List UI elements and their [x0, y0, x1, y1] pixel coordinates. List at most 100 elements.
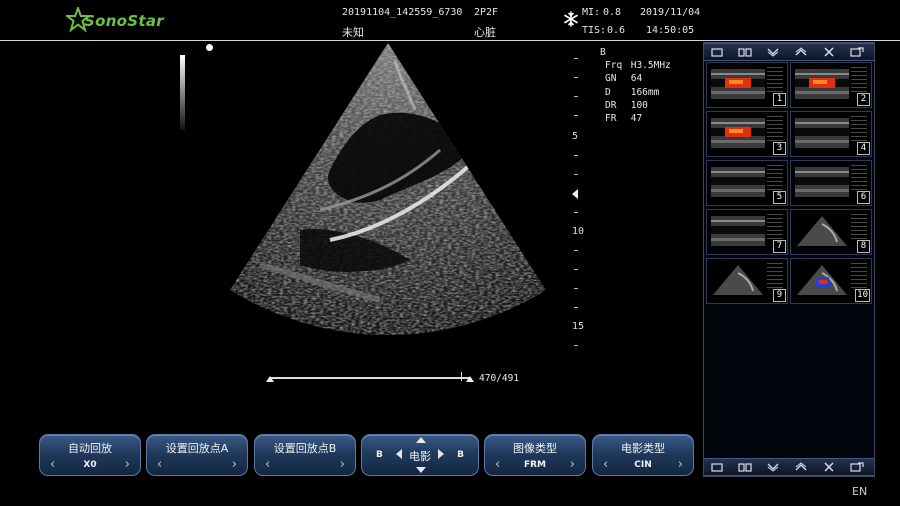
- thumbnail-image: [713, 265, 763, 295]
- thumbnail-8[interactable]: 8: [790, 209, 872, 255]
- depth-tick: [574, 58, 578, 59]
- scroll-up-icon[interactable]: [790, 461, 812, 473]
- scroll-down-icon[interactable]: [762, 461, 784, 473]
- thumbnail-toolbar-top: [704, 43, 874, 61]
- chevron-right-icon[interactable]: ›: [125, 457, 130, 472]
- cine-next-arrow-icon[interactable]: [438, 449, 444, 459]
- param-row: GN 64: [605, 73, 643, 85]
- chevron-right-icon[interactable]: ›: [340, 457, 345, 472]
- delete-icon[interactable]: [818, 46, 840, 58]
- thumbnail-number: 5: [773, 191, 786, 204]
- thumbnail-5[interactable]: 5: [706, 160, 788, 206]
- cine-type-control[interactable]: 电影类型 ‹ CIN ›: [592, 434, 694, 476]
- depth-tick: [574, 345, 578, 346]
- thumbnail-image: [711, 69, 765, 99]
- ultrasound-image[interactable]: [180, 40, 590, 370]
- mode-label: B: [600, 47, 606, 58]
- focus-marker[interactable]: [572, 189, 578, 199]
- study-id: 20191104_142559_6730: [342, 7, 463, 18]
- tis-label: TIS:: [582, 25, 607, 36]
- depth-tick: [574, 174, 578, 175]
- thumbnail-1[interactable]: 1: [706, 62, 788, 108]
- set-replay-point-a-label: 设置回放点A: [165, 442, 229, 455]
- depth-tick: [574, 115, 578, 116]
- chevron-right-icon[interactable]: ›: [232, 457, 237, 472]
- param-row: D 166mm: [605, 86, 660, 98]
- thumbnail-6[interactable]: 6: [790, 160, 872, 206]
- chevron-right-icon[interactable]: ›: [678, 457, 683, 472]
- thumbnail-number: 9: [773, 289, 786, 302]
- depth-tick: [574, 77, 578, 78]
- thumbnail-4[interactable]: 4: [790, 111, 872, 157]
- tis-value: 0.6: [607, 25, 626, 36]
- input-language-indicator[interactable]: EN: [852, 485, 867, 498]
- set-replay-point-b-label: 设置回放点B: [273, 442, 337, 455]
- cine-frame-counter: 470/491: [479, 373, 520, 384]
- cine-right-mode: B: [457, 450, 464, 460]
- exam-type: 心脏: [474, 26, 496, 39]
- thumbnail-number: 1: [773, 93, 786, 106]
- thumbnail-params: [767, 214, 783, 240]
- chevron-right-icon[interactable]: ›: [570, 457, 575, 472]
- time: 14:50:05: [646, 25, 695, 36]
- replay-point-b-marker[interactable]: [466, 376, 474, 382]
- depth-label-10: 10: [572, 226, 585, 237]
- thumbnail-number: 4: [857, 142, 870, 155]
- imaging-parameters: B Frq H3.5MHz GN 64 D 166mm DR 100 FR 47: [600, 46, 671, 125]
- thumbnail-2[interactable]: 2: [790, 62, 872, 108]
- cine-up-arrow-icon[interactable]: [416, 437, 426, 443]
- image-type-label: 图像类型: [513, 442, 557, 455]
- depth-tick: [574, 155, 578, 156]
- date: 2019/11/04: [640, 7, 701, 18]
- image-type-control[interactable]: 图像类型 ‹ FRM ›: [484, 434, 586, 476]
- set-replay-point-b-control[interactable]: 设置回放点B ‹ ›: [254, 434, 356, 476]
- thumbnail-number: 10: [855, 289, 870, 302]
- chevron-left-icon[interactable]: ‹: [265, 457, 270, 472]
- thumbnail-3[interactable]: 3: [706, 111, 788, 157]
- thumbnail-number: 2: [857, 93, 870, 106]
- thumbnail-7[interactable]: 7: [706, 209, 788, 255]
- export-icon[interactable]: [846, 461, 868, 473]
- thumbnail-10[interactable]: 10: [790, 258, 872, 304]
- brand-name: SonoStar: [84, 12, 164, 30]
- thumbnail-9[interactable]: 9: [706, 258, 788, 304]
- thumbnail-params: [767, 116, 783, 142]
- export-icon[interactable]: [846, 46, 868, 58]
- thumbnail-image: [795, 69, 849, 99]
- single-layout-icon[interactable]: [706, 46, 728, 58]
- cine-control[interactable]: B 电影 B: [361, 434, 479, 476]
- scroll-down-icon[interactable]: [762, 46, 784, 58]
- thumbnail-image: [797, 216, 847, 246]
- auto-replay-label: 自动回放: [68, 442, 112, 455]
- thumbnail-image: [711, 118, 765, 148]
- mi-label: MI:: [582, 7, 601, 18]
- snowflake-icon[interactable]: [563, 11, 579, 27]
- thumbnail-number: 3: [773, 142, 786, 155]
- single-layout-icon[interactable]: [706, 461, 728, 473]
- dual-layout-icon[interactable]: [734, 461, 756, 473]
- delete-icon[interactable]: [818, 461, 840, 473]
- set-replay-point-a-control[interactable]: 设置回放点A ‹ ›: [146, 434, 248, 476]
- thumbnail-number: 6: [857, 191, 870, 204]
- thumbnail-image: [795, 118, 849, 148]
- cine-frame-cursor[interactable]: [461, 372, 462, 381]
- cine-down-arrow-icon[interactable]: [416, 467, 426, 473]
- replay-point-a-marker[interactable]: [266, 376, 274, 382]
- cine-type-label: 电影类型: [621, 442, 665, 455]
- dual-layout-icon[interactable]: [734, 46, 756, 58]
- cine-progress-bar[interactable]: [270, 377, 470, 379]
- thumbnail-number: 8: [857, 240, 870, 253]
- auto-replay-control[interactable]: 自动回放 ‹ X0 ›: [39, 434, 141, 476]
- chevron-left-icon[interactable]: ‹: [157, 457, 162, 472]
- scroll-up-icon[interactable]: [790, 46, 812, 58]
- depth-tick: [574, 269, 578, 270]
- depth-tick: [574, 96, 578, 97]
- thumbnail-params: [851, 214, 867, 240]
- depth-label-15: 15: [572, 321, 585, 332]
- sonostar-logo: SonoStar: [66, 6, 164, 34]
- thumbnail-toolbar-bottom: [704, 458, 874, 476]
- thumbnail-params: [851, 116, 867, 142]
- thumbnail-image: [797, 265, 847, 295]
- param-row: FR 47: [605, 113, 643, 125]
- depth-tick: [574, 307, 578, 308]
